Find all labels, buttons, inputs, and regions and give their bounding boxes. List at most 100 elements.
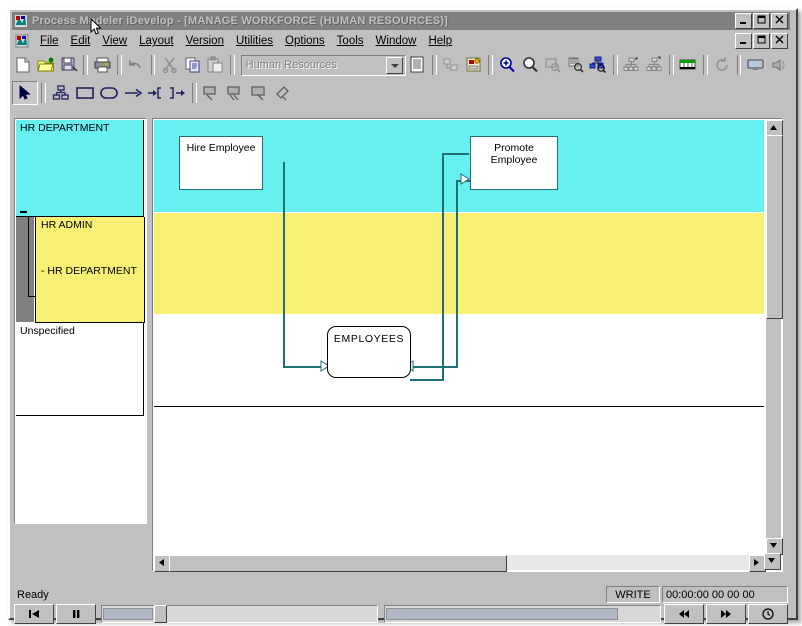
menu-edit[interactable]: Edit xyxy=(65,34,97,48)
title-bar: Process Modeler iDevelop - [MANAGE WORKF… xyxy=(12,12,790,30)
properties-icon[interactable] xyxy=(406,54,429,76)
zoom-in-icon[interactable] xyxy=(496,54,519,76)
paste-icon[interactable] xyxy=(204,54,227,76)
child-restore-button[interactable] xyxy=(753,33,770,49)
process-promote-employee[interactable]: Promote Employee xyxy=(470,136,558,190)
toolbar-divider-4 xyxy=(229,55,235,75)
sound-icon[interactable] xyxy=(767,54,790,76)
refresh-icon[interactable] xyxy=(711,54,734,76)
flow-promote-to-employees-h-top[interactable] xyxy=(442,153,469,155)
collapse-tree-icon[interactable] xyxy=(643,54,666,76)
process-hire-employee-label: Hire Employee xyxy=(186,142,256,154)
lane-collapse-marker[interactable] xyxy=(20,211,27,213)
toolbar-divider-6 xyxy=(488,55,493,75)
menu-help[interactable]: Help xyxy=(422,34,458,48)
menu-utilities[interactable]: Utilities xyxy=(230,34,279,48)
flow-hire-to-employees-v[interactable] xyxy=(283,162,285,368)
menu-window[interactable]: Window xyxy=(370,34,423,48)
expand-tree-icon[interactable] xyxy=(621,54,644,76)
scroll-corner-button[interactable] xyxy=(764,553,781,570)
document-icon[interactable] xyxy=(15,34,29,48)
delete-flow-icon[interactable] xyxy=(272,82,296,104)
playback-slider-handle[interactable] xyxy=(154,605,167,623)
pause-button[interactable] xyxy=(56,604,96,624)
draw-divider-1 xyxy=(41,83,46,103)
vertical-scrollbar[interactable] xyxy=(766,120,783,555)
band-unspecified xyxy=(154,314,764,552)
copy-icon[interactable] xyxy=(181,54,204,76)
application-window: Process Modeler iDevelop - [MANAGE WORKF… xyxy=(8,8,798,624)
zoom-fit-icon[interactable] xyxy=(542,54,565,76)
menu-tools[interactable]: Tools xyxy=(331,34,370,48)
minimize-button[interactable] xyxy=(735,13,752,29)
monitor-icon[interactable] xyxy=(744,54,767,76)
hierarchy-find-icon[interactable] xyxy=(587,54,610,76)
lane-hr-admin[interactable]: HR ADMIN - HR DEPARTMENT xyxy=(35,217,145,323)
bend-flow-icon[interactable] xyxy=(200,82,224,104)
lane-hr-department-label: HR DEPARTMENT xyxy=(20,122,110,134)
lane-unspecified[interactable]: Unspecified xyxy=(16,323,144,416)
lane-hr-department[interactable]: HR DEPARTMENT xyxy=(16,120,144,217)
diagram-icon[interactable] xyxy=(462,54,485,76)
zoom-area-icon[interactable] xyxy=(564,54,587,76)
position-slider[interactable] xyxy=(384,605,661,623)
window-title: Process Modeler iDevelop - [MANAGE WORKF… xyxy=(32,15,448,27)
menu-view[interactable]: View xyxy=(96,34,133,48)
diagram-pane: Hire Employee Promote Employee EMPLOYEES xyxy=(152,118,783,572)
diagram-divider-line xyxy=(154,406,764,407)
menu-edit-label: Edit xyxy=(70,35,91,47)
restore-button[interactable] xyxy=(753,13,770,29)
flow-promote-to-employees-v[interactable] xyxy=(442,153,444,381)
lane-label-pane[interactable]: HR DEPARTMENT HR ADMIN - HR DEPARTMENT U… xyxy=(14,118,147,524)
organisation-unit-icon[interactable] xyxy=(49,82,73,104)
zoom-out-icon[interactable] xyxy=(519,54,542,76)
step-forward-button[interactable] xyxy=(706,604,746,624)
app-icon xyxy=(14,14,28,28)
context-combo-value: Human Resources xyxy=(245,59,337,71)
datastore-employees[interactable]: EMPLOYEES xyxy=(327,326,411,378)
print-icon[interactable] xyxy=(91,54,114,76)
chevron-down-icon[interactable] xyxy=(385,56,403,74)
playback-slider[interactable] xyxy=(101,605,378,623)
horizontal-scrollbar[interactable] xyxy=(154,555,766,572)
save-icon[interactable] xyxy=(58,54,81,76)
clock-button[interactable] xyxy=(748,604,788,624)
list-icon[interactable] xyxy=(440,54,463,76)
child-close-button[interactable] xyxy=(771,33,788,49)
menu-view-label: View xyxy=(102,35,128,47)
process-hire-employee[interactable]: Hire Employee xyxy=(179,136,263,190)
close-button[interactable] xyxy=(771,13,788,29)
drawing-toolbar xyxy=(12,80,790,106)
toolbar-divider-10 xyxy=(736,55,742,75)
flow-employees-to-promote-v1[interactable] xyxy=(456,180,458,368)
flow-arrow-icon[interactable] xyxy=(121,82,145,104)
child-minimize-button[interactable] xyxy=(735,33,752,49)
new-icon[interactable] xyxy=(12,54,35,76)
toolbar-divider-9 xyxy=(702,55,708,75)
menu-layout[interactable]: Layout xyxy=(133,34,180,48)
horizontal-scroll-thumb[interactable] xyxy=(169,555,507,572)
menu-utilities-label: Utilities xyxy=(235,35,274,47)
lane-unspecified-label: Unspecified xyxy=(20,325,75,337)
undo-icon[interactable] xyxy=(125,54,148,76)
context-combo[interactable]: Human Resources xyxy=(240,54,406,76)
process-box-icon[interactable] xyxy=(73,82,97,104)
trigger-flow-icon[interactable] xyxy=(145,82,189,104)
select-arrow-icon[interactable] xyxy=(12,81,38,105)
split-flow-icon[interactable] xyxy=(224,82,248,104)
step-back-button[interactable] xyxy=(664,604,704,624)
reroute-flow-icon[interactable] xyxy=(248,82,272,104)
matrix-icon[interactable] xyxy=(677,54,700,76)
datastore-employees-label: EMPLOYEES xyxy=(333,333,405,345)
menu-file[interactable]: File xyxy=(34,34,65,48)
open-folder-icon[interactable] xyxy=(35,54,58,76)
vertical-scroll-thumb[interactable] xyxy=(766,135,783,319)
diagram-canvas[interactable]: Hire Employee Promote Employee EMPLOYEES xyxy=(154,120,764,552)
menu-version-label: Version xyxy=(185,35,224,47)
flow-promote-to-employees-h-bot[interactable] xyxy=(410,379,444,381)
menu-options[interactable]: Options xyxy=(279,34,331,48)
rewind-to-start-button[interactable] xyxy=(14,604,54,624)
cut-scissors-icon[interactable] xyxy=(158,54,181,76)
menu-version[interactable]: Version xyxy=(180,34,230,48)
rounded-store-icon[interactable] xyxy=(97,82,121,104)
